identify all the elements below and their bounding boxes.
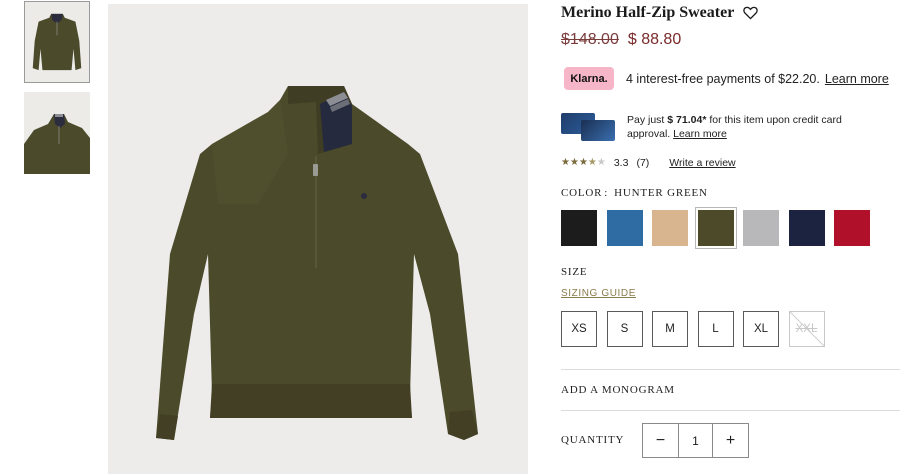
quantity-decrease-button[interactable]: − [643, 424, 678, 457]
product-info-panel: Merino Half-Zip Sweater $148.00 $ 88.80 … [561, 0, 900, 474]
star-icon: ★ [569, 157, 579, 168]
star-icon: ★ [561, 157, 570, 168]
quantity-increase-button[interactable]: + [713, 424, 748, 457]
sweater-detail-thumbnail-image [24, 92, 90, 174]
klarna-logo: Klarna. [564, 67, 614, 90]
size-options: XS S M L XL XXL [561, 311, 834, 347]
color-swatches [561, 210, 880, 246]
selected-color-name: HUNTER GREEN [614, 187, 708, 199]
credit-offer-prefix: Pay just [627, 114, 668, 126]
rating-value: 3.3 [613, 157, 629, 169]
swatch-navy[interactable] [788, 210, 825, 246]
divider [561, 369, 900, 370]
title-row: Merino Half-Zip Sweater [561, 4, 759, 22]
write-review-link[interactable]: Write a review [669, 157, 735, 169]
quantity-stepper: − 1 + [642, 423, 749, 458]
sizing-guide-link[interactable]: SIZING GUIDE [561, 288, 636, 299]
unavailable-slash-icon [789, 312, 824, 346]
review-count[interactable]: (7) [636, 157, 649, 169]
klarna-installments: Klarna. 4 interest-free payments of $22.… [564, 67, 889, 90]
star-empty-icon: ★ [596, 157, 606, 168]
product-main-image[interactable] [108, 4, 528, 474]
thumbnail-detail[interactable] [24, 92, 90, 174]
size-m-button[interactable]: M [652, 311, 688, 347]
star-rating: ★ ★ ★ ★ ★ [561, 158, 606, 168]
klarna-text: 4 interest-free payments of $22.20. [626, 71, 820, 86]
quantity-value[interactable]: 1 [678, 424, 713, 457]
credit-offer-text: Pay just $ 71.04* for this item upon cre… [627, 113, 877, 141]
color-label: COLOR: HUNTER GREEN [561, 187, 708, 199]
add-monogram-button[interactable]: ADD A MONOGRAM [561, 384, 675, 396]
swatch-blue[interactable] [606, 210, 643, 246]
sweater-illustration [108, 4, 528, 474]
color-label-text: COLOR [561, 187, 603, 199]
swatch-hunter-green[interactable] [697, 210, 734, 246]
wishlist-heart-icon[interactable] [743, 6, 759, 20]
size-s-button[interactable]: S [606, 311, 643, 347]
star-icon: ★ [578, 157, 588, 168]
divider [561, 410, 900, 411]
swatch-grey[interactable] [743, 210, 779, 246]
quantity-label: QUANTITY [561, 434, 625, 446]
original-price: $148.00 [561, 31, 619, 48]
size-xxl-button-unavailable: XXL [788, 311, 825, 347]
size-l-button[interactable]: L [697, 311, 734, 347]
swatch-camel[interactable] [652, 210, 688, 246]
credit-card-icon [561, 113, 617, 141]
sale-price: $ 88.80 [627, 31, 682, 48]
size-xs-button[interactable]: XS [561, 311, 597, 347]
product-title: Merino Half-Zip Sweater [561, 4, 735, 21]
credit-offer-amount: $ 71.04* [667, 114, 707, 126]
size-xl-button[interactable]: XL [743, 311, 779, 347]
size-label: SIZE [561, 266, 588, 278]
thumbnail-front[interactable] [24, 1, 90, 83]
klarna-learn-more-link[interactable]: Learn more [825, 72, 889, 86]
price-row: $148.00 $ 88.80 [561, 31, 681, 49]
star-half-icon: ★ [587, 157, 597, 168]
sweater-front-thumbnail-image [25, 2, 89, 82]
swatch-red[interactable] [834, 210, 870, 246]
swatch-black[interactable] [561, 210, 597, 246]
credit-learn-more-link[interactable]: Learn more [673, 128, 727, 140]
credit-card-offer: Pay just $ 71.04* for this item upon cre… [561, 113, 877, 141]
rating-row: ★ ★ ★ ★ ★ 3.3 (7) Write a review [561, 157, 736, 169]
